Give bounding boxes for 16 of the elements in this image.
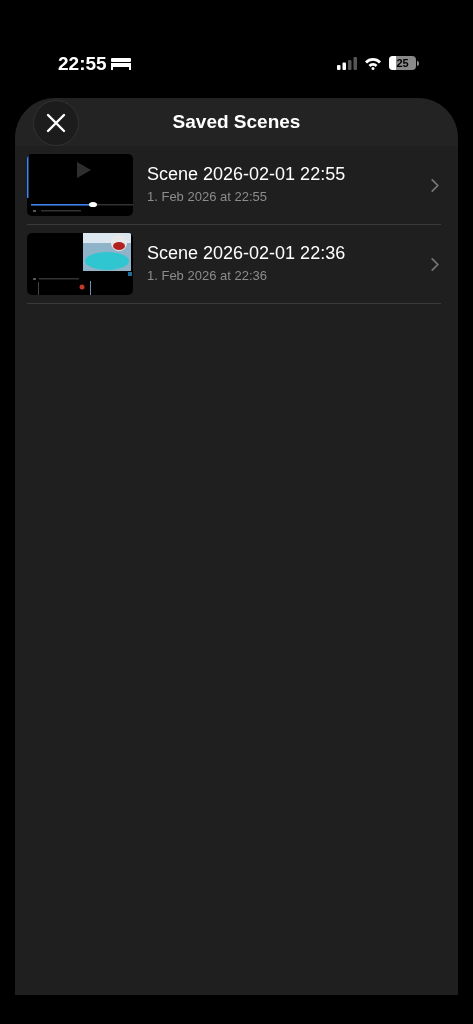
scene-title: Scene 2026-02-01 22:55 <box>147 165 347 183</box>
scene-date: 1. Feb 2026 at 22:36 <box>147 269 268 282</box>
chevron-icon <box>431 178 439 192</box>
scene-title: Scene 2026-02-01 22:36 <box>147 244 347 262</box>
status-time: 22:55 <box>58 54 107 73</box>
close-icon <box>46 113 66 133</box>
wifi-icon <box>364 56 382 70</box>
scene-row[interactable]: Scene 2026-02-01 22:55 1. Feb 2026 at 22:55 <box>27 146 441 225</box>
bed-icon <box>110 57 131 70</box>
scene-row[interactable]: Scene 2026-02-01 22:36 1. Feb 2026 at 22:36 <box>27 225 441 304</box>
signal-icon <box>337 56 357 70</box>
sheet-title: Saved Scenes <box>172 109 301 134</box>
scene-date: 1. Feb 2026 at 22:55 <box>147 190 268 203</box>
battery-level: 25 <box>396 57 409 69</box>
close-button[interactable] <box>33 100 79 146</box>
chevron-icon <box>431 257 439 271</box>
